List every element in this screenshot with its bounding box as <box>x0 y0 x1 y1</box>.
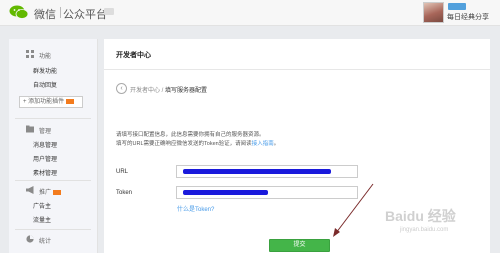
watermark-logo: Baidu 经验 <box>385 208 456 224</box>
page: 微信 公众平台 每日经典分享 功能 群发功能 自动回复 + 添加功能插件 管理 … <box>0 0 500 253</box>
watermark-url: jingyan.baidu.com <box>400 227 449 233</box>
